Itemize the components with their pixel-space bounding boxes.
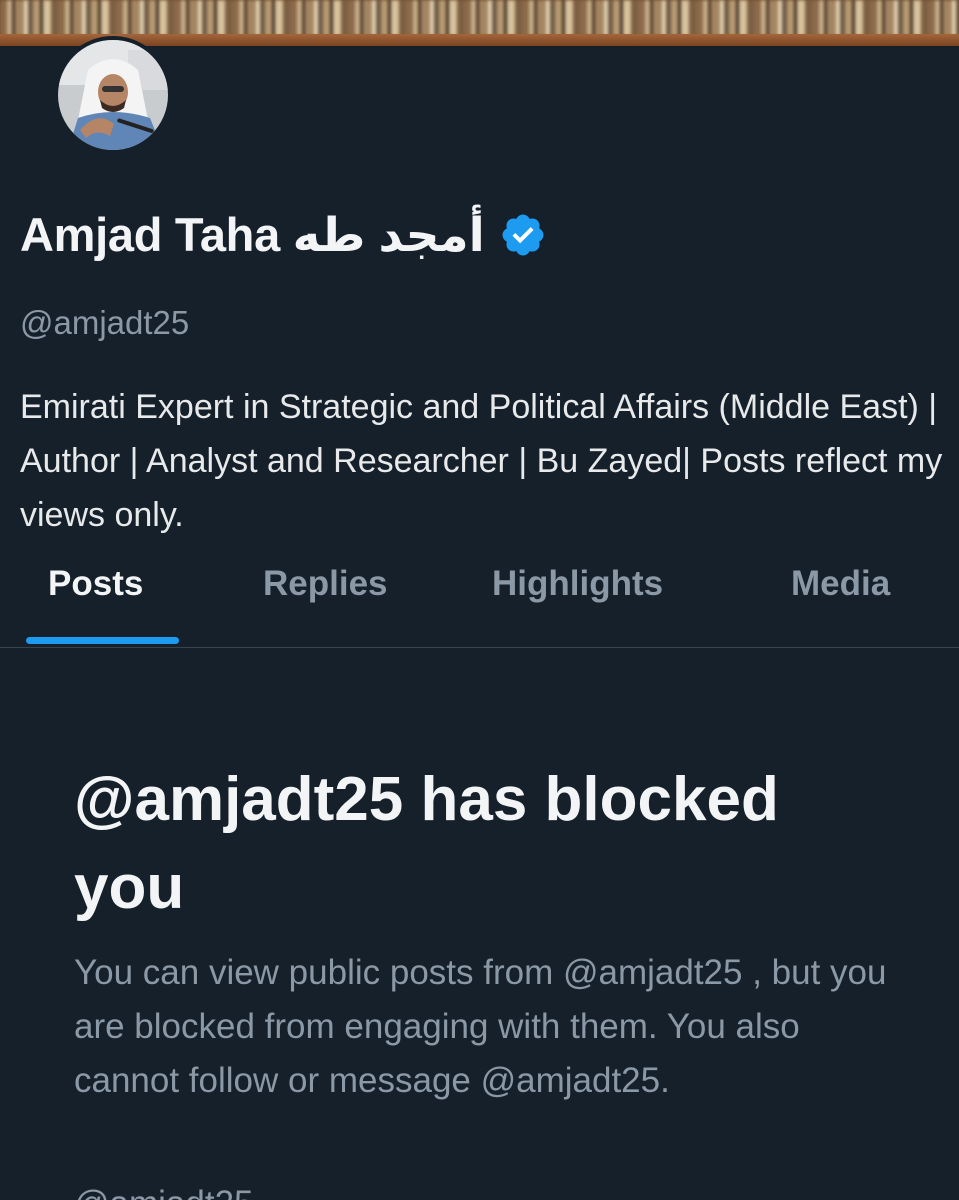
avatar[interactable]: [54, 36, 172, 154]
active-tab-indicator: [26, 637, 179, 644]
banner-bookshelf-image: [0, 0, 959, 36]
display-name: Amjad Taha أمجد طه: [20, 208, 485, 261]
blocked-message: You can view public posts from @amjadt25…: [74, 953, 887, 1100]
profile-tabs: Posts Replies Highlights Media: [0, 556, 959, 648]
blocked-title: @amjadt25 has blocked you: [74, 765, 779, 922]
profile-bio: Emirati Expert in Strategic and Politica…: [20, 388, 943, 534]
blocked-partial-line: @amjadt25: [74, 1184, 254, 1200]
profile-banner[interactable]: [0, 0, 959, 46]
verified-badge-icon[interactable]: [499, 211, 547, 259]
profile-handle: @amjadt25: [20, 304, 190, 341]
tab-media[interactable]: Media: [791, 556, 890, 648]
tab-highlights[interactable]: Highlights: [492, 556, 663, 648]
profile-display-name-row: Amjad Taha أمجد طه: [20, 200, 547, 270]
tab-posts[interactable]: Posts: [48, 556, 143, 648]
tab-replies[interactable]: Replies: [263, 556, 388, 648]
avatar-photo: [58, 40, 168, 150]
